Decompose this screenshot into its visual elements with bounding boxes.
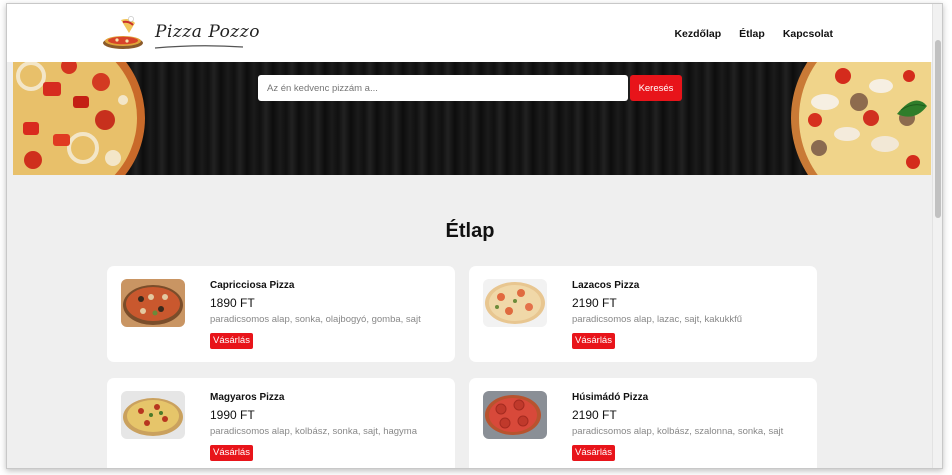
pizza-thumbnail xyxy=(483,279,547,327)
buy-button[interactable]: Vásárlás xyxy=(572,445,615,461)
menu-item-name: Húsimádó Pizza xyxy=(572,392,649,403)
menu-card: Lazacos Pizza 2190 FT paradicsomos alap,… xyxy=(469,266,817,362)
menu-card: Magyaros Pizza 1990 FT paradicsomos alap… xyxy=(107,378,455,468)
browser-viewport: Pizza Pozzo Kezdőlap Étlap Kapcsolat Az … xyxy=(6,3,943,469)
nav-link-home[interactable]: Kezdőlap xyxy=(674,28,721,40)
menu-item-name: Lazacos Pizza xyxy=(572,280,640,291)
navbar: Pizza Pozzo Kezdőlap Étlap Kapcsolat xyxy=(7,4,933,62)
menu-item-ingredients: paradicsomos alap, kolbász, sonka, sajt,… xyxy=(210,426,417,437)
menu-card: Capricciosa Pizza 1890 FT paradicsomos a… xyxy=(107,266,455,362)
scrollbar-thumb[interactable] xyxy=(935,40,941,218)
nav-link-contact[interactable]: Kapcsolat xyxy=(783,28,833,40)
pizza-chef-logo-icon[interactable] xyxy=(101,16,147,52)
brand-underline xyxy=(154,45,244,49)
vertical-scrollbar[interactable] xyxy=(932,4,942,468)
menu-title: Étlap xyxy=(445,220,495,242)
menu-item-price: 2190 FT xyxy=(572,408,617,422)
menu-item-name: Capricciosa Pizza xyxy=(210,280,295,291)
menu-item-ingredients: paradicsomos alap, sonka, olajbogyó, gom… xyxy=(210,314,421,325)
nav-link-menu[interactable]: Étlap xyxy=(739,28,765,40)
search-input[interactable] xyxy=(258,75,628,101)
pizza-thumbnail xyxy=(121,279,185,327)
hero-banner: Keresés xyxy=(13,62,931,175)
brand-name[interactable]: Pizza Pozzo xyxy=(155,22,260,42)
menu-item-price: 1890 FT xyxy=(210,296,255,310)
pizza-thumbnail xyxy=(483,391,547,439)
menu-item-price: 1990 FT xyxy=(210,408,255,422)
hero-pizza-image-left xyxy=(13,62,145,175)
search-button[interactable]: Keresés xyxy=(630,75,682,101)
buy-button[interactable]: Vásárlás xyxy=(210,333,253,349)
hero-pizza-image-right xyxy=(791,62,931,175)
menu-item-price: 2190 FT xyxy=(572,296,617,310)
nav-links: Kezdőlap Étlap Kapcsolat xyxy=(674,28,833,40)
menu-item-ingredients: paradicsomos alap, kolbász, szalonna, so… xyxy=(572,426,784,437)
menu-card: Húsimádó Pizza 2190 FT paradicsomos alap… xyxy=(469,378,817,468)
buy-button[interactable]: Vásárlás xyxy=(210,445,253,461)
menu-item-name: Magyaros Pizza xyxy=(210,392,285,403)
menu-item-ingredients: paradicsomos alap, lazac, sajt, kakukkfű xyxy=(572,314,743,325)
buy-button[interactable]: Vásárlás xyxy=(572,333,615,349)
pizza-thumbnail xyxy=(121,391,185,439)
